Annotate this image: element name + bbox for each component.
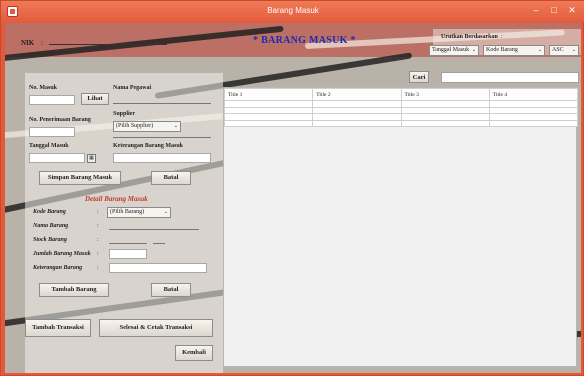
chevron-down-icon: ⌄ <box>471 48 476 53</box>
cari-button[interactable]: Cari <box>409 71 429 83</box>
nama-barang-label: Nama Barang <box>33 223 69 229</box>
sort-label: Urutkan Berdasarkan <box>441 34 498 40</box>
page-title: * BARANG MASUK * <box>253 35 356 46</box>
keterangan-barang-input[interactable] <box>109 263 207 273</box>
title-bar[interactable]: Barang Masuk – □ ✕ <box>1 1 584 22</box>
sort-field-2-value: Kode Barang <box>486 47 518 53</box>
jumlah-barang-masuk-label: Jumlah Barang Masuk <box>33 251 91 257</box>
maximize-button[interactable]: □ <box>547 4 561 17</box>
column-header[interactable]: Title 1 <box>223 88 314 101</box>
supplier-value: (Pilih Supplier) <box>116 123 154 129</box>
selesai-cetak-transaksi-button[interactable]: Selesai & Cetak Transaksi <box>99 319 213 337</box>
minimize-button[interactable]: – <box>529 4 543 17</box>
column-header[interactable]: Title 2 <box>312 88 402 101</box>
nik-label: NIK <box>21 39 35 47</box>
close-button[interactable]: ✕ <box>565 4 579 17</box>
keterangan-masuk-label: Keterangan Barang Masuk <box>113 143 184 149</box>
column-header[interactable]: Title 4 <box>488 88 579 101</box>
sort-colon: : <box>501 34 503 40</box>
app-window: Barang Masuk – □ ✕ NIK : * BARANG MASUK … <box>0 0 584 376</box>
table-header-row: Title 1 Title 2 Title 3 Title 4 <box>223 88 579 101</box>
detail-title: Detail Barang Masuk <box>85 195 148 203</box>
tambah-barang-button[interactable]: Tambah Barang <box>39 283 109 297</box>
table-row[interactable] <box>223 119 579 127</box>
chevron-down-icon: ⌄ <box>571 48 576 53</box>
nama-barang-value-line <box>109 229 199 230</box>
sort-field-select[interactable]: Tanggal Masuk ⌄ <box>429 45 479 56</box>
chevron-down-icon: ⌄ <box>173 124 178 129</box>
column-header[interactable]: Title 3 <box>400 88 490 101</box>
simpan-barang-masuk-button[interactable]: Simpan Barang Masuk <box>39 171 121 185</box>
sort-order-select[interactable]: ASC ⌄ <box>549 45 579 56</box>
search-input[interactable] <box>441 72 579 83</box>
jumlah-barang-input[interactable] <box>109 249 147 259</box>
stock-barang-label: Stock Barang <box>33 237 67 243</box>
stock-colon: : <box>97 237 99 243</box>
supplier-select[interactable]: (Pilih Supplier) ⌄ <box>113 121 181 132</box>
kode-colon: : <box>97 209 99 215</box>
keterangan-colon: : <box>97 265 99 271</box>
jumlah-colon: : <box>97 251 99 257</box>
items-grid: Title 1 Title 2 Title 3 Title 4 <box>223 88 579 127</box>
batal-form-button[interactable]: Batal <box>151 171 191 185</box>
tambah-transaksi-button[interactable]: Tambah Transaksi <box>25 319 91 337</box>
lihat-button[interactable]: Lihat <box>81 93 109 105</box>
tanggal-masuk-label: Tanggal Masuk <box>29 143 69 149</box>
window-title: Barang Masuk <box>267 6 319 15</box>
supplier-label: Supplier <box>113 111 136 117</box>
no-masuk-label: No. Masuk <box>29 85 58 91</box>
batal-detail-button[interactable]: Batal <box>151 283 191 297</box>
nama-colon: : <box>97 223 99 229</box>
stock-value-line <box>109 243 147 244</box>
nik-colon: : <box>41 39 43 47</box>
nama-pegawai-label: Nama Pegawai <box>113 85 152 91</box>
no-masuk-input[interactable] <box>29 95 75 105</box>
kode-barang-select[interactable]: (Pilih Barang) ⌄ <box>107 207 171 218</box>
chevron-down-icon: ⌄ <box>537 48 542 53</box>
sort-field-value: Tanggal Masuk <box>432 47 470 53</box>
no-penerimaan-input[interactable] <box>29 127 75 137</box>
keterangan-barang-label: Keterangan Barang <box>33 265 83 271</box>
nik-value-line <box>49 44 167 45</box>
kode-barang-label: Kode Barang <box>33 209 66 215</box>
kode-barang-value: (Pilih Barang) <box>110 209 145 215</box>
nama-pegawai-value-line <box>113 103 211 104</box>
sort-order-value: ASC <box>552 47 564 53</box>
kembali-button[interactable]: Kembali <box>175 345 213 361</box>
items-table[interactable]: Title 1 Title 2 Title 3 Title 4 <box>223 87 579 367</box>
supplier-detail-line <box>113 137 211 138</box>
chevron-down-icon: ⌄ <box>163 210 168 215</box>
no-penerimaan-label: No. Penerimaan Barang <box>29 117 91 123</box>
sort-field-2-select[interactable]: Kode Barang ⌄ <box>483 45 545 56</box>
form-background: NIK : * BARANG MASUK * Urutkan Berdasark… <box>5 23 581 373</box>
keterangan-masuk-input[interactable] <box>113 153 211 163</box>
stock-unit-line <box>153 243 165 244</box>
calendar-icon[interactable]: ▦ <box>87 154 96 163</box>
header-area: NIK : * BARANG MASUK * Urutkan Berdasark… <box>9 25 581 56</box>
tanggal-masuk-input[interactable] <box>29 153 85 163</box>
